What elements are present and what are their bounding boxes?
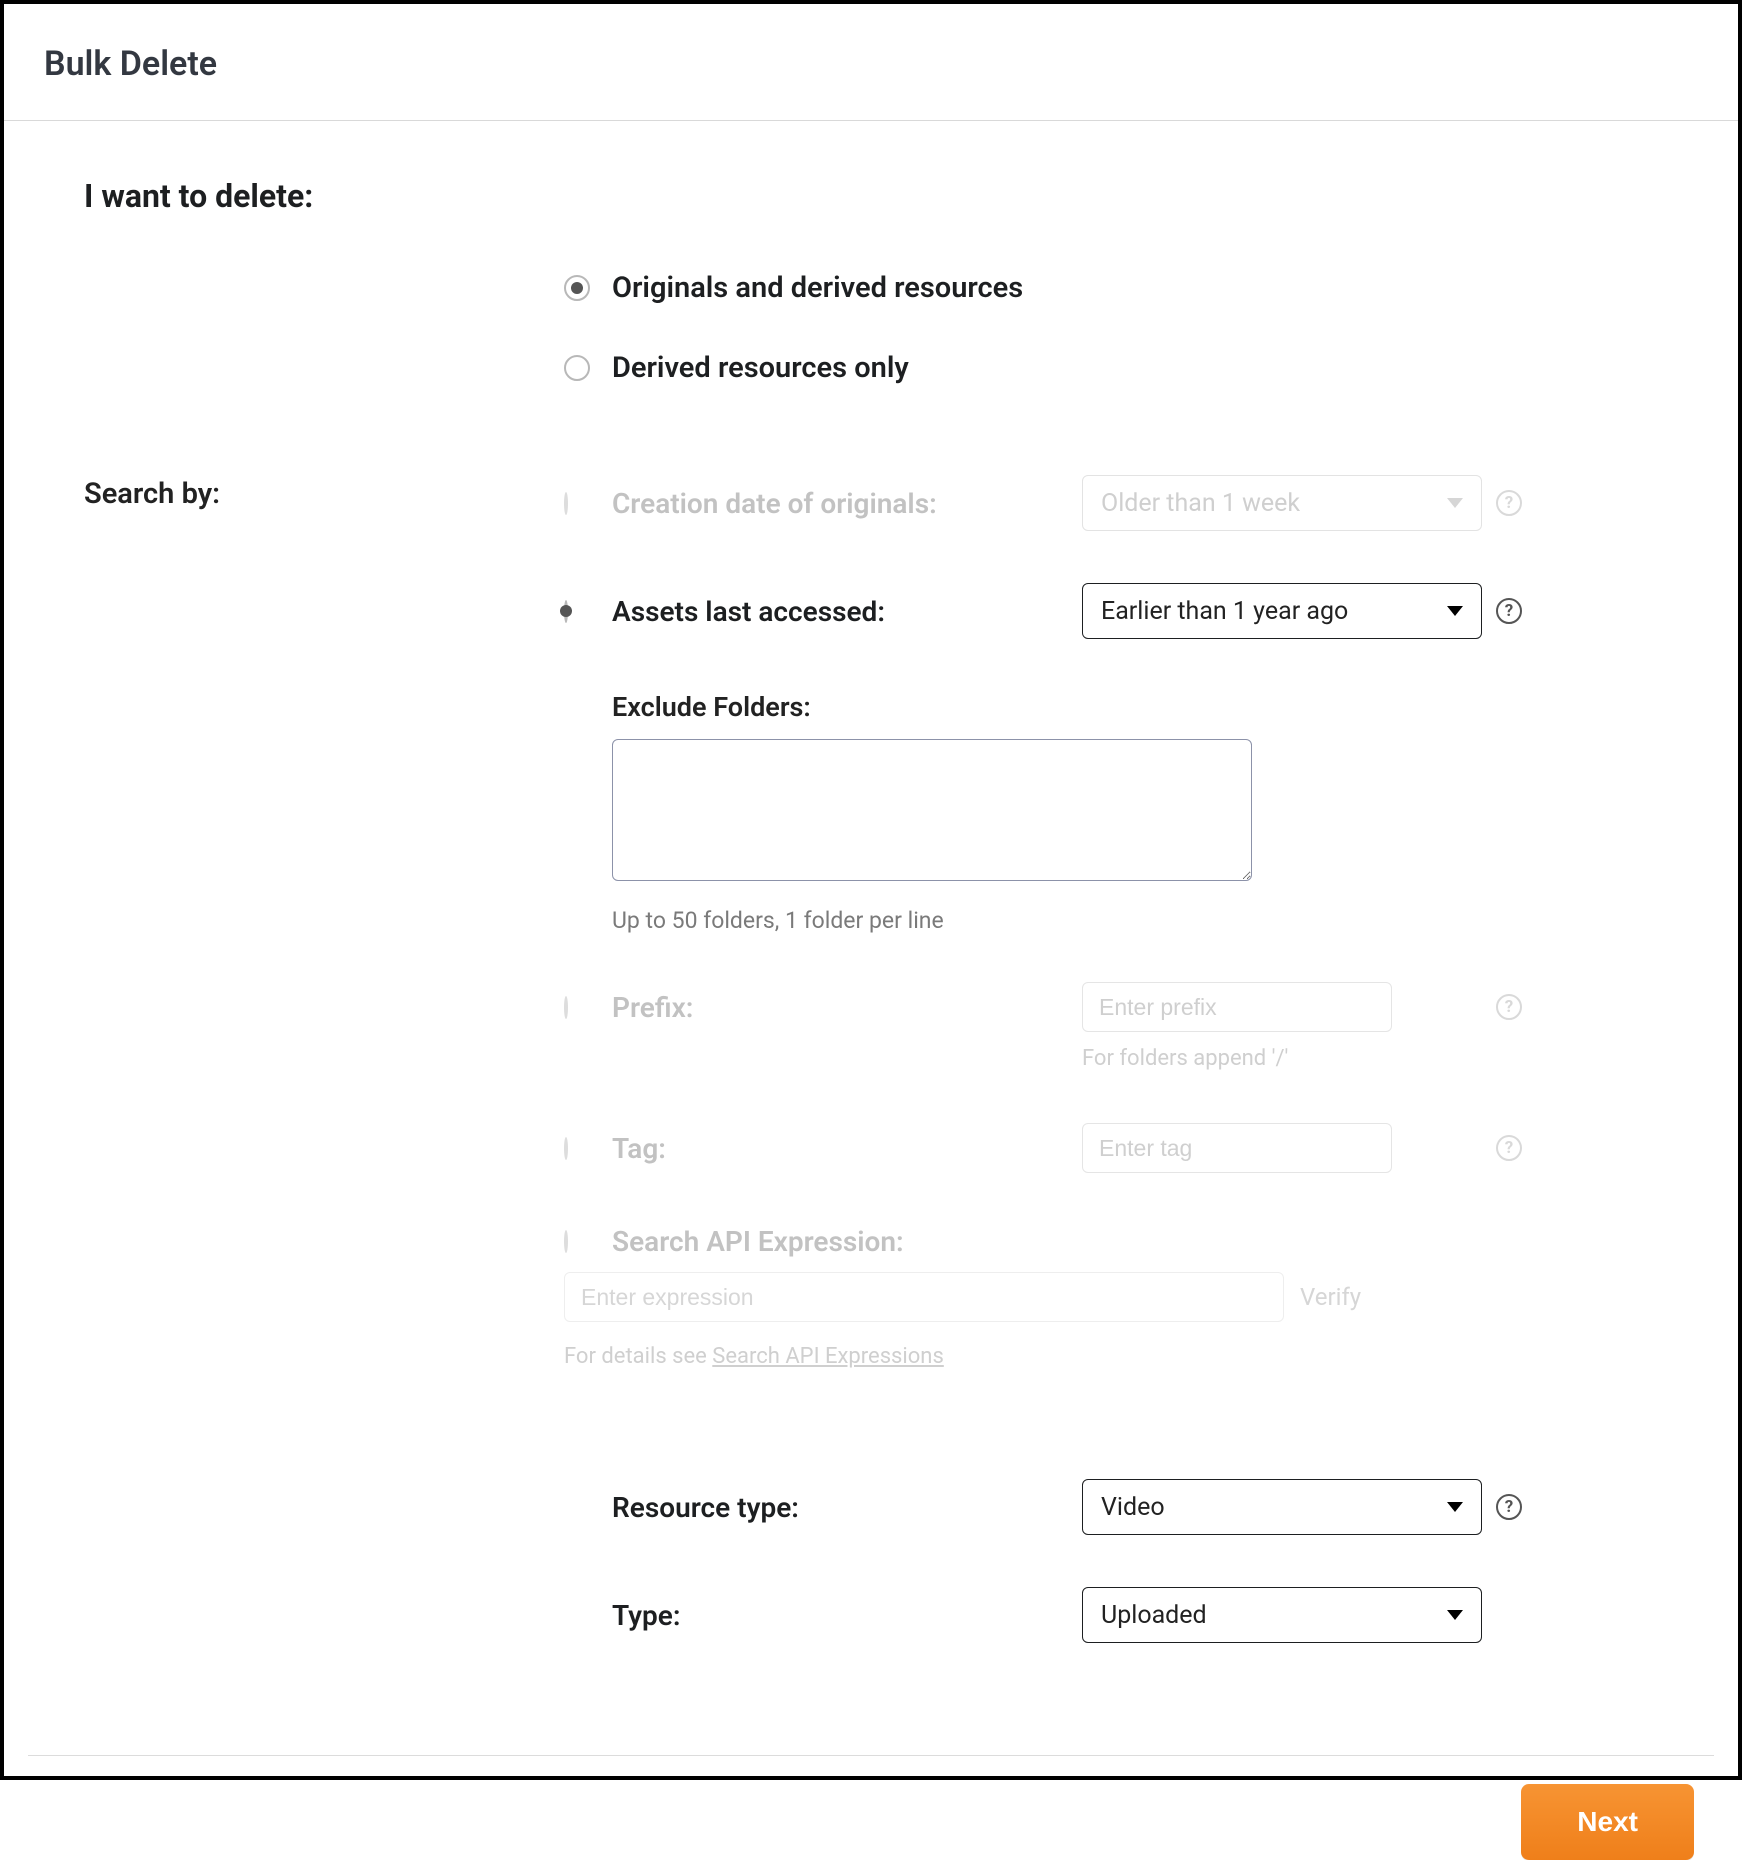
chevron-down-icon	[1447, 606, 1463, 616]
bulk-delete-dialog: Bulk Delete I want to delete: Originals …	[0, 0, 1742, 1780]
select-value: Video	[1101, 1493, 1165, 1522]
resource-type-label: Resource type:	[612, 1491, 799, 1524]
radio-icon	[564, 1137, 568, 1160]
help-icon[interactable]: ?	[1496, 490, 1522, 516]
search-option-creation-date[interactable]: Creation date of originals: Older than 1…	[564, 475, 1658, 531]
prefix-hint: For folders append '/'	[1082, 1046, 1658, 1071]
prefix-input[interactable]	[1082, 982, 1392, 1032]
type-label: Type:	[612, 1599, 681, 1632]
radio-label: Tag:	[612, 1132, 666, 1165]
select-value: Older than 1 week	[1101, 489, 1300, 518]
help-icon[interactable]: ?	[1496, 994, 1522, 1020]
creation-date-select[interactable]: Older than 1 week	[1082, 475, 1482, 531]
radio-label: Derived resources only	[612, 351, 909, 385]
resource-type-select[interactable]: Video	[1082, 1479, 1482, 1535]
search-option-assets-last-accessed[interactable]: Assets last accessed: Earlier than 1 yea…	[564, 583, 1658, 639]
radio-label: Assets last accessed:	[612, 595, 885, 628]
delete-option-originals-derived[interactable]: Originals and derived resources	[564, 271, 1658, 305]
radio-icon	[564, 1230, 568, 1253]
type-row: Type: Uploaded	[564, 1587, 1658, 1643]
exclude-folders-hint: Up to 50 folders, 1 folder per line	[612, 907, 1658, 934]
search-option-prefix[interactable]: Prefix: ?	[564, 982, 1658, 1032]
verify-link[interactable]: Verify	[1300, 1283, 1361, 1311]
search-by-label: Search by:	[84, 477, 220, 511]
dialog-footer: Next	[4, 1756, 1738, 1860]
resource-type-row: Resource type: Video ?	[564, 1479, 1658, 1535]
radio-label: Search API Expression:	[612, 1225, 904, 1258]
chevron-down-icon	[1447, 1610, 1463, 1620]
radio-icon	[564, 275, 590, 301]
help-icon[interactable]: ?	[1496, 1135, 1522, 1161]
exclude-folders-label: Exclude Folders:	[612, 691, 1658, 723]
radio-label: Creation date of originals:	[612, 487, 937, 520]
dialog-title: Bulk Delete	[44, 44, 1698, 84]
expression-details: For details see Search API Expressions	[564, 1344, 1658, 1369]
help-icon[interactable]: ?	[1496, 598, 1522, 624]
help-icon[interactable]: ?	[1496, 1494, 1522, 1520]
search-option-tag[interactable]: Tag: ?	[564, 1123, 1658, 1173]
select-value: Earlier than 1 year ago	[1101, 597, 1348, 626]
expression-input[interactable]	[564, 1272, 1284, 1322]
select-value: Uploaded	[1101, 1601, 1207, 1630]
tag-input[interactable]	[1082, 1123, 1392, 1173]
exclude-folders-textarea[interactable]	[612, 739, 1252, 881]
chevron-down-icon	[1447, 498, 1463, 508]
exclude-folders-block: Exclude Folders: Up to 50 folders, 1 fol…	[564, 691, 1658, 934]
delete-heading: I want to delete:	[84, 177, 1658, 215]
radio-icon	[564, 996, 568, 1019]
search-api-expressions-link[interactable]: Search API Expressions	[712, 1344, 944, 1369]
expression-input-row: Verify	[564, 1272, 1658, 1322]
next-button[interactable]: Next	[1521, 1784, 1694, 1860]
chevron-down-icon	[1447, 1502, 1463, 1512]
search-option-expression[interactable]: Search API Expression:	[564, 1225, 1658, 1258]
type-select[interactable]: Uploaded	[1082, 1587, 1482, 1643]
titlebar: Bulk Delete	[4, 4, 1738, 121]
radio-icon	[564, 492, 568, 515]
dialog-content: I want to delete: Originals and derived …	[4, 121, 1738, 1695]
radio-label: Prefix:	[612, 991, 693, 1024]
delete-option-derived-only[interactable]: Derived resources only	[564, 351, 1658, 385]
radio-label: Originals and derived resources	[612, 271, 1023, 305]
radio-icon	[564, 355, 590, 381]
assets-last-accessed-select[interactable]: Earlier than 1 year ago	[1082, 583, 1482, 639]
radio-icon	[564, 600, 568, 623]
